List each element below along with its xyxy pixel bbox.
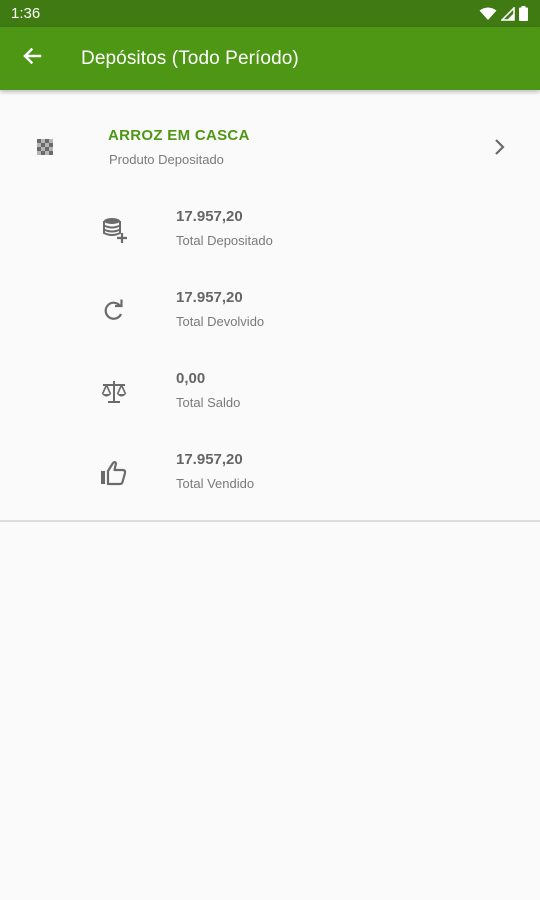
total-deposited-value: 17.957,20 xyxy=(176,208,243,225)
product-name: ARROZ EM CASCA xyxy=(108,127,250,144)
back-button[interactable] xyxy=(0,27,64,90)
battery-icon xyxy=(519,6,528,21)
total-balance-label: Total Saldo xyxy=(176,395,241,410)
signal-icon xyxy=(501,6,515,21)
stat-row-sold: 17.957,20 Total Vendido xyxy=(0,451,540,511)
status-time: 1:36 xyxy=(11,5,41,22)
total-deposited-label: Total Depositado xyxy=(176,233,273,248)
total-returned-label: Total Devolvido xyxy=(176,314,265,329)
chevron-right-icon xyxy=(492,137,508,162)
total-balance-value: 0,00 xyxy=(176,370,206,387)
status-bar: 1:36 xyxy=(0,0,540,27)
page-title: Depósitos (Todo Período) xyxy=(81,47,299,69)
database-add-icon xyxy=(100,216,128,244)
status-icons xyxy=(479,6,528,21)
product-row[interactable]: ARROZ EM CASCA Produto Depositado xyxy=(0,110,540,186)
app-bar: Depósitos (Todo Período) xyxy=(0,27,540,90)
total-returned-value: 17.957,20 xyxy=(176,289,243,306)
arrow-left-icon xyxy=(22,46,42,71)
wifi-icon xyxy=(479,7,497,21)
stat-row-returned: 17.957,20 Total Devolvido xyxy=(0,289,540,349)
thumbs-up-icon xyxy=(100,459,128,487)
scale-icon xyxy=(100,378,128,406)
stat-row-deposited: 17.957,20 Total Depositado xyxy=(0,208,540,268)
refresh-icon xyxy=(100,297,128,325)
stat-row-balance: 0,00 Total Saldo xyxy=(0,370,540,430)
total-sold-value: 17.957,20 xyxy=(176,451,243,468)
total-sold-label: Total Vendido xyxy=(176,476,255,491)
product-subtitle: Produto Depositado xyxy=(109,152,224,167)
grain-icon xyxy=(35,137,55,162)
divider xyxy=(0,520,540,522)
